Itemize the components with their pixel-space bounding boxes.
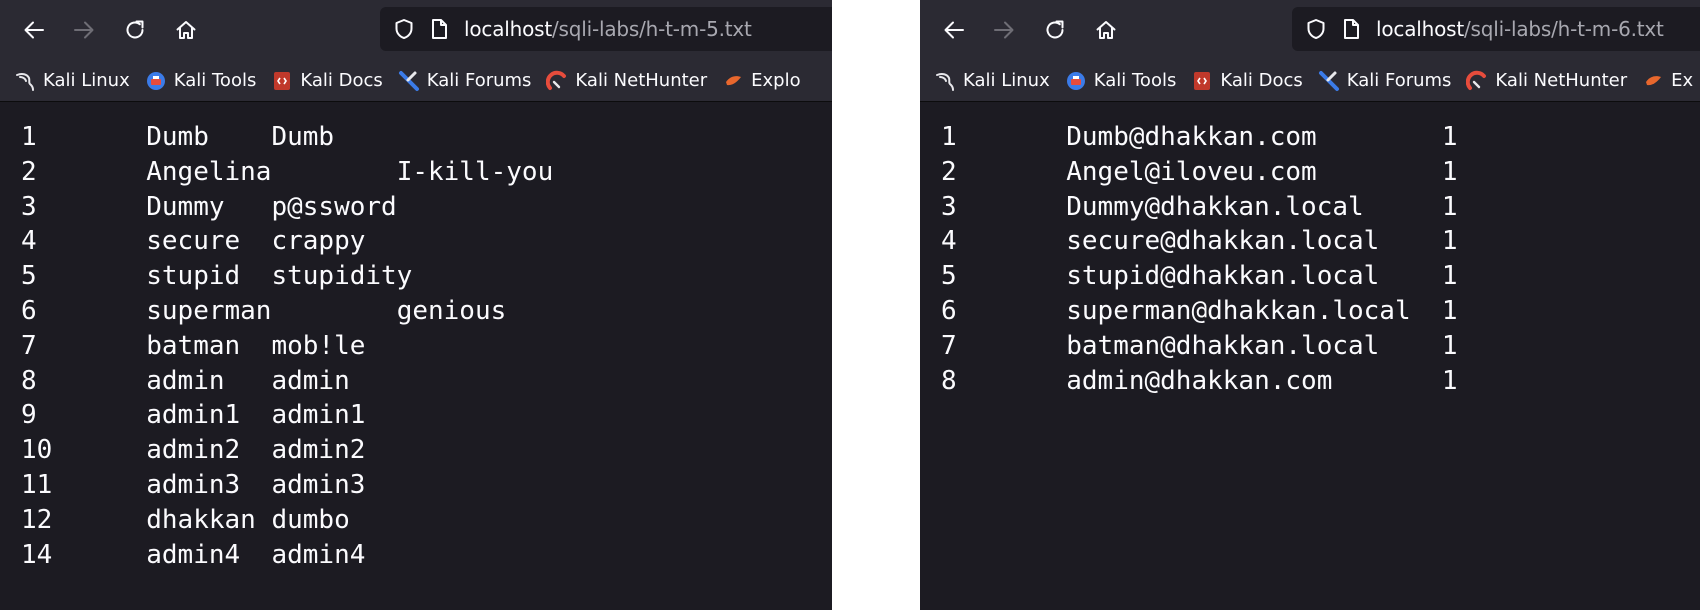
url-bar[interactable]: localhost/sqli-labs/h-t-m-6.txt <box>1292 7 1700 51</box>
forward-button[interactable] <box>984 10 1024 50</box>
bookmark-label: Kali NetHunter <box>1495 70 1628 91</box>
bookmark-label: Kali Forums <box>1346 70 1452 91</box>
bookmark-kali-linux[interactable]: Kali Linux <box>934 70 1050 92</box>
page-content: 1 Dumb Dumb 2 Angelina I-kill-you 3 Dumm… <box>0 102 832 610</box>
bookmark-label: Ex <box>1671 70 1694 91</box>
kali-docs-icon <box>1191 70 1213 92</box>
reload-icon <box>126 20 144 39</box>
kali-tools-icon <box>1065 70 1087 92</box>
url-path: /sqli-labs/h-t-m-6.txt <box>1463 17 1664 41</box>
kali-nethunter-icon <box>1466 70 1488 92</box>
exploit-db-icon <box>722 70 744 92</box>
url-host: localhost <box>464 17 552 41</box>
navigation-toolbar: localhost/sqli-labs/h-t-m-6.txt <box>920 0 1700 60</box>
bookmark-kali-docs[interactable]: Kali Docs <box>1191 70 1303 92</box>
bookmark-label: Kali Tools <box>1093 70 1177 91</box>
bookmark-exploit-db[interactable]: Ex <box>1642 70 1693 92</box>
home-button[interactable] <box>1086 10 1126 50</box>
text-file-content: 1 Dumb@dhakkan.com 1 2 Angel@iloveu.com … <box>941 122 1458 396</box>
arrow-right-icon <box>74 21 94 39</box>
bookmark-kali-tools[interactable]: Kali Tools <box>1065 70 1177 92</box>
kali-dragon-icon <box>14 70 36 92</box>
url-text[interactable]: localhost/sqli-labs/h-t-m-5.txt <box>464 17 752 41</box>
reload-button[interactable] <box>1035 10 1075 50</box>
kali-docs-icon <box>271 70 293 92</box>
bookmark-kali-tools[interactable]: Kali Tools <box>145 70 257 92</box>
reload-button[interactable] <box>115 10 155 50</box>
page-icon <box>1342 18 1360 40</box>
bookmark-label: Kali Forums <box>426 70 532 91</box>
text-file-content: 1 Dumb Dumb 2 Angelina I-kill-you 3 Dumm… <box>21 122 554 570</box>
bookmark-kali-forums[interactable]: Kali Forums <box>1318 70 1452 92</box>
back-button[interactable] <box>934 10 974 50</box>
bookmark-label: Kali NetHunter <box>575 70 708 91</box>
url-path: /sqli-labs/h-t-m-5.txt <box>551 17 752 41</box>
kali-nethunter-icon <box>546 70 568 92</box>
kali-dragon-icon <box>934 70 956 92</box>
url-host: localhost <box>1376 17 1464 41</box>
browser-window-right: localhost/sqli-labs/h-t-m-6.txt Kali Lin… <box>920 0 1700 610</box>
bookmark-kali-docs[interactable]: Kali Docs <box>271 70 383 92</box>
forward-button[interactable] <box>64 10 104 50</box>
bookmark-kali-nethunter[interactable]: Kali NetHunter <box>1466 70 1627 92</box>
navigation-toolbar: localhost/sqli-labs/h-t-m-5.txt <box>0 0 832 60</box>
kali-tools-icon <box>145 70 167 92</box>
back-button[interactable] <box>14 10 54 50</box>
bookmark-kali-linux[interactable]: Kali Linux <box>14 70 130 92</box>
home-icon <box>1096 21 1116 39</box>
url-bar[interactable]: localhost/sqli-labs/h-t-m-5.txt <box>380 7 832 51</box>
arrow-left-icon <box>944 21 964 39</box>
reload-icon <box>1046 20 1064 39</box>
bookmarks-toolbar: Kali Linux Kali Tools Kali Docs Kali For… <box>0 60 832 102</box>
browser-window-left: localhost/sqli-labs/h-t-m-5.txt Kali Lin… <box>0 0 832 610</box>
kali-forums-icon <box>1318 70 1340 92</box>
url-text[interactable]: localhost/sqli-labs/h-t-m-6.txt <box>1376 17 1664 41</box>
arrow-right-icon <box>994 21 1014 39</box>
home-icon <box>176 21 196 39</box>
shield-icon[interactable] <box>1306 18 1326 40</box>
bookmark-label: Kali Linux <box>963 70 1050 91</box>
bookmark-kali-nethunter[interactable]: Kali NetHunter <box>546 70 707 92</box>
arrow-left-icon <box>24 21 44 39</box>
bookmark-label: Kali Docs <box>1220 70 1303 91</box>
page-content: 1 Dumb@dhakkan.com 1 2 Angel@iloveu.com … <box>920 102 1700 610</box>
bookmark-label: Kali Tools <box>173 70 257 91</box>
bookmark-label: Explo <box>751 70 801 91</box>
bookmark-kali-forums[interactable]: Kali Forums <box>398 70 532 92</box>
bookmark-label: Kali Linux <box>43 70 130 91</box>
exploit-db-icon <box>1642 70 1664 92</box>
shield-icon[interactable] <box>394 18 414 40</box>
bookmark-label: Kali Docs <box>300 70 383 91</box>
bookmark-exploit-db[interactable]: Explo <box>722 70 801 92</box>
page-icon <box>430 18 448 40</box>
home-button[interactable] <box>166 10 206 50</box>
kali-forums-icon <box>398 70 420 92</box>
bookmarks-toolbar: Kali Linux Kali Tools Kali Docs Kali For… <box>920 60 1700 102</box>
